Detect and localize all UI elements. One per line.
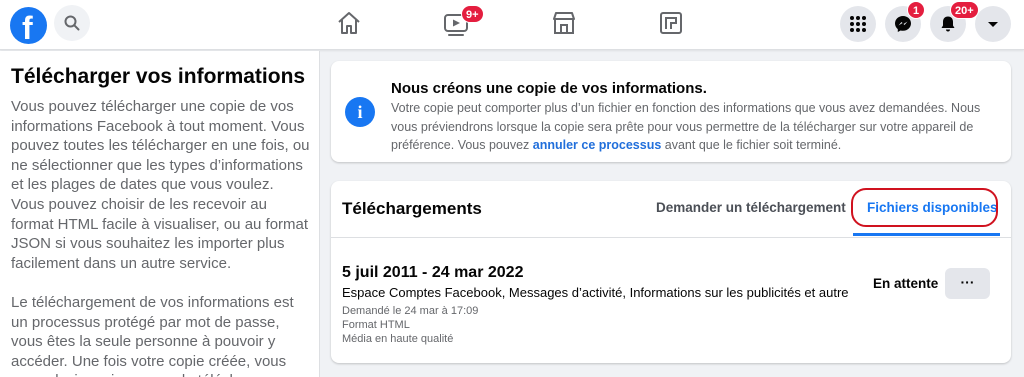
downloads-title: Téléchargements [342,199,482,218]
download-format: Format HTML [342,319,410,331]
security-paragraph: Le téléchargement de vos informations es… [11,294,294,377]
notifications-badge: 20+ [950,1,979,19]
download-categories: Espace Comptes Facebook, Messages d’acti… [342,285,849,300]
watch-tab[interactable]: 9+ [440,0,500,50]
facebook-logo-letter: f [22,10,33,46]
notifications-button[interactable]: 20+ [930,1,979,42]
messenger-badge: 1 [907,1,925,19]
cancel-process-link[interactable]: annuler ce processus [533,138,662,152]
gaming-icon[interactable] [658,10,684,36]
marketplace-icon[interactable] [551,10,577,36]
top-navigation-bar: f 9+ 1 20+ [0,0,1024,50]
active-tab-indicator [853,233,1000,236]
left-panel: Télécharger vos informations Vous pouvez… [0,51,320,377]
search-icon [64,15,80,31]
highlight-annotation-ring [851,188,998,227]
home-icon[interactable] [336,10,362,36]
menu-button[interactable] [840,6,876,42]
tab-request-download[interactable]: Demander un téléchargement [656,200,846,215]
copy-in-progress-card: i Nous créons une copie de vos informati… [331,61,1011,162]
info-text: Votre copie peut comporter plus d’un fic… [391,99,1001,155]
description-paragraph: Vous pouvez télécharger une copie de vos… [11,98,310,272]
account-chevron-icon [988,22,998,27]
menu-grid-icon [850,16,866,32]
more-options-button[interactable]: ··· [945,268,990,299]
more-dots-icon: ··· [960,274,975,290]
search-button[interactable] [54,5,90,41]
messenger-icon [895,16,911,32]
watch-badge: 9+ [461,5,484,23]
facebook-logo[interactable]: f [10,7,47,46]
downloads-header: Téléchargements Demander un téléchargeme… [331,181,1011,238]
info-title: Nous créons une copie de vos information… [391,80,707,97]
messenger-button[interactable]: 1 [885,1,925,42]
info-icon: i [345,97,375,127]
download-status: En attente [873,276,939,291]
download-media-quality: Média en haute qualité [342,333,454,345]
download-date-range: 5 juil 2011 - 24 mar 2022 [342,264,524,281]
page-title: Télécharger vos informations [11,65,306,88]
info-text-end: avant que le fichier soit terminé. [661,138,842,152]
downloads-card: Téléchargements Demander un téléchargeme… [331,181,1011,363]
download-requested-date: Demandé le 24 mar à 17:09 [342,305,479,317]
account-button[interactable] [975,6,1011,42]
